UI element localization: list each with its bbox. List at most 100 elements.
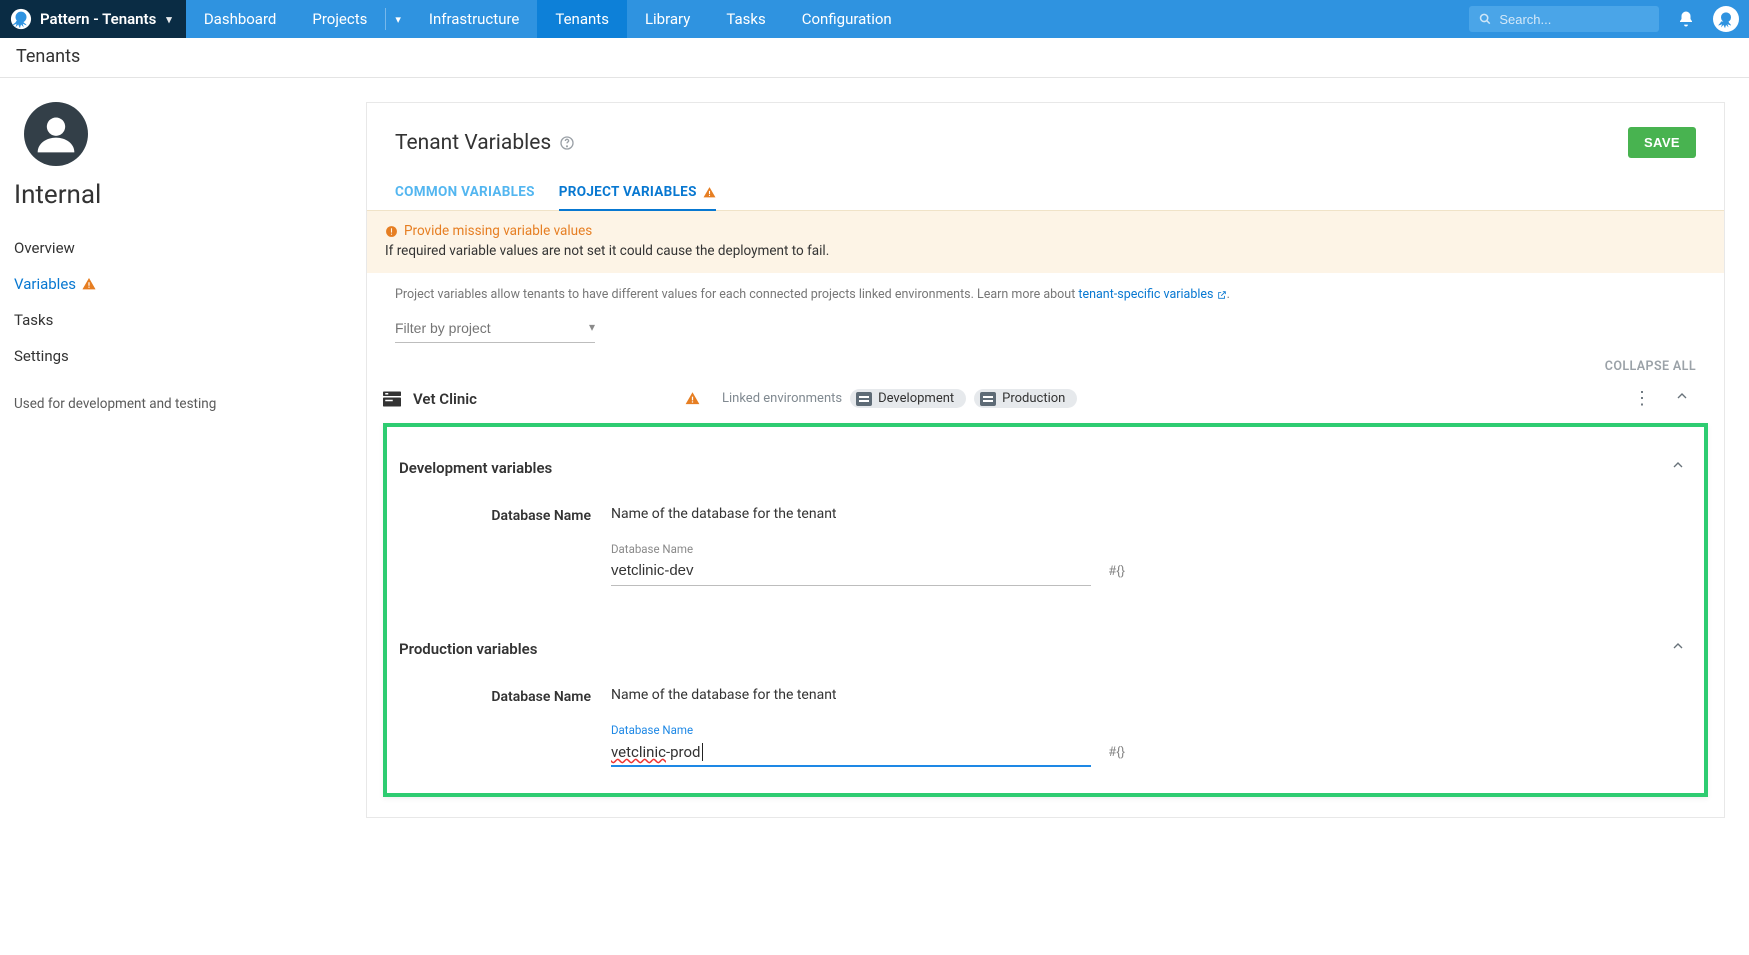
nav-dashboard[interactable]: Dashboard xyxy=(186,0,295,38)
bell-icon xyxy=(1677,10,1695,28)
info-warning-icon xyxy=(385,225,398,238)
nav-projects-dropdown[interactable]: ▾ xyxy=(385,0,411,38)
collapse-project-button[interactable] xyxy=(1668,388,1696,409)
chevron-up-icon xyxy=(1670,638,1686,654)
user-avatar[interactable] xyxy=(1713,6,1739,32)
warning-icon xyxy=(82,277,96,291)
notifications-button[interactable] xyxy=(1673,6,1699,32)
collapse-all-button[interactable]: COLLAPSE ALL xyxy=(367,343,1724,374)
chevron-up-icon xyxy=(1674,388,1690,404)
primary-nav: Dashboard Projects ▾ Infrastructure Tena… xyxy=(186,0,910,38)
filter-row xyxy=(367,308,1724,343)
variable-body: Name of the database for the tenant Data… xyxy=(611,506,1692,586)
variable-body: Name of the database for the tenant Data… xyxy=(611,687,1692,767)
variable-tabs: COMMON VARIABLES PROJECT VARIABLES xyxy=(395,184,1696,210)
production-section-header: Production variables xyxy=(387,618,1704,667)
sidenav-variables[interactable]: Variables xyxy=(14,266,366,302)
env-chip-production[interactable]: Production xyxy=(974,389,1077,408)
nav-infrastructure[interactable]: Infrastructure xyxy=(411,0,537,38)
field-label: Database Name xyxy=(611,723,1091,737)
top-nav: Pattern - Tenants ▾ Dashboard Projects ▾… xyxy=(0,0,1749,38)
variables-card: Tenant Variables SAVE COMMON VARIABLES P… xyxy=(366,102,1725,818)
chevron-up-icon xyxy=(1670,457,1686,473)
sidenav-overview[interactable]: Overview xyxy=(14,230,366,266)
sidenav-tasks[interactable]: Tasks xyxy=(14,302,366,338)
search-input[interactable] xyxy=(1499,12,1649,27)
external-link-icon xyxy=(1217,290,1227,300)
warning-icon xyxy=(703,186,716,199)
linked-environments: Linked environments Development Producti… xyxy=(722,389,1077,408)
card-header: Tenant Variables SAVE xyxy=(395,127,1696,158)
environment-icon xyxy=(980,392,996,406)
overflow-menu-button[interactable]: ⋮ xyxy=(1628,388,1656,409)
nav-projects[interactable]: Projects xyxy=(294,0,385,38)
alert-title: Provide missing variable values xyxy=(385,223,1706,239)
variable-description: Name of the database for the tenant xyxy=(611,687,1692,703)
development-section-header: Development variables xyxy=(387,437,1704,486)
filter-input[interactable] xyxy=(395,314,595,343)
alert-description: If required variable values are not set … xyxy=(385,243,1706,259)
tenant-sidenav: Overview Variables Tasks Settings xyxy=(14,230,366,374)
page-title: Tenant Variables xyxy=(395,131,575,155)
search-icon xyxy=(1479,12,1491,26)
sidenav-settings[interactable]: Settings xyxy=(14,338,366,374)
variable-field: Database Name vetclinic-prod #{} xyxy=(611,723,1091,767)
variable-row: Database Name Name of the database for t… xyxy=(387,667,1704,767)
nav-configuration[interactable]: Configuration xyxy=(784,0,910,38)
missing-values-alert: Provide missing variable values If requi… xyxy=(367,210,1724,273)
save-button[interactable]: SAVE xyxy=(1628,127,1696,158)
global-search[interactable] xyxy=(1469,6,1659,32)
person-icon xyxy=(34,112,78,156)
octopus-avatar-icon xyxy=(1716,9,1736,29)
collapse-production-button[interactable] xyxy=(1664,638,1692,659)
dev-database-name-input[interactable] xyxy=(611,560,1091,586)
project-header: Vet Clinic Linked environments Developme… xyxy=(367,374,1724,423)
prod-database-name-input[interactable]: vetclinic-prod xyxy=(611,741,1091,767)
tab-common-variables[interactable]: COMMON VARIABLES xyxy=(395,184,535,210)
nav-tasks[interactable]: Tasks xyxy=(708,0,783,38)
variable-description: Name of the database for the tenant xyxy=(611,506,1692,522)
tenant-avatar xyxy=(24,102,88,166)
breadcrumb-text: Tenants xyxy=(16,46,80,67)
nav-library[interactable]: Library xyxy=(627,0,708,38)
linked-environments-label: Linked environments xyxy=(722,391,842,406)
warning-icon xyxy=(685,391,700,406)
variable-binding-button[interactable]: #{} xyxy=(1108,564,1125,579)
chevron-down-icon: ▾ xyxy=(166,13,172,26)
variables-panel: Development variables Database Name Name… xyxy=(383,423,1708,797)
tenant-description: Used for development and testing xyxy=(14,396,366,412)
sidenav-variables-label: Variables xyxy=(14,275,76,293)
project-header-actions: ⋮ xyxy=(1628,388,1696,409)
project-name: Vet Clinic xyxy=(413,390,673,408)
octopus-logo-icon xyxy=(10,8,32,30)
tab-project-variables[interactable]: PROJECT VARIABLES xyxy=(559,184,716,210)
field-label: Database Name xyxy=(611,542,1091,556)
environment-icon xyxy=(856,392,872,406)
variable-field: Database Name #{} xyxy=(611,542,1091,586)
breadcrumb: Tenants xyxy=(0,38,1749,78)
space-name: Pattern - Tenants xyxy=(40,10,156,28)
project-icon xyxy=(383,391,401,407)
tenant-name: Internal xyxy=(14,180,366,210)
main-column: Tenant Variables SAVE COMMON VARIABLES P… xyxy=(366,78,1749,955)
collapse-development-button[interactable] xyxy=(1664,457,1692,478)
space-switcher[interactable]: Pattern - Tenants ▾ xyxy=(0,0,186,38)
nav-tenants[interactable]: Tenants xyxy=(537,0,627,38)
tenant-sidebar: Internal Overview Variables Tasks Settin… xyxy=(0,78,366,955)
help-link[interactable]: tenant-specific variables xyxy=(1078,287,1226,302)
filter-by-project[interactable] xyxy=(395,314,595,343)
variable-binding-button[interactable]: #{} xyxy=(1108,745,1125,760)
nav-right xyxy=(1469,0,1749,38)
tab-project-variables-label: PROJECT VARIABLES xyxy=(559,184,697,200)
production-section-title: Production variables xyxy=(399,640,537,658)
variable-row: Database Name Name of the database for t… xyxy=(387,486,1704,586)
help-text: Project variables allow tenants to have … xyxy=(367,273,1724,308)
page-layout: Internal Overview Variables Tasks Settin… xyxy=(0,78,1749,955)
text-caret xyxy=(701,743,703,761)
development-section-title: Development variables xyxy=(399,459,552,477)
variable-name-label: Database Name xyxy=(399,506,611,586)
chevron-down-icon: ▾ xyxy=(395,13,401,26)
env-chip-development[interactable]: Development xyxy=(850,389,966,408)
variable-name-label: Database Name xyxy=(399,687,611,767)
help-icon[interactable] xyxy=(559,135,575,151)
